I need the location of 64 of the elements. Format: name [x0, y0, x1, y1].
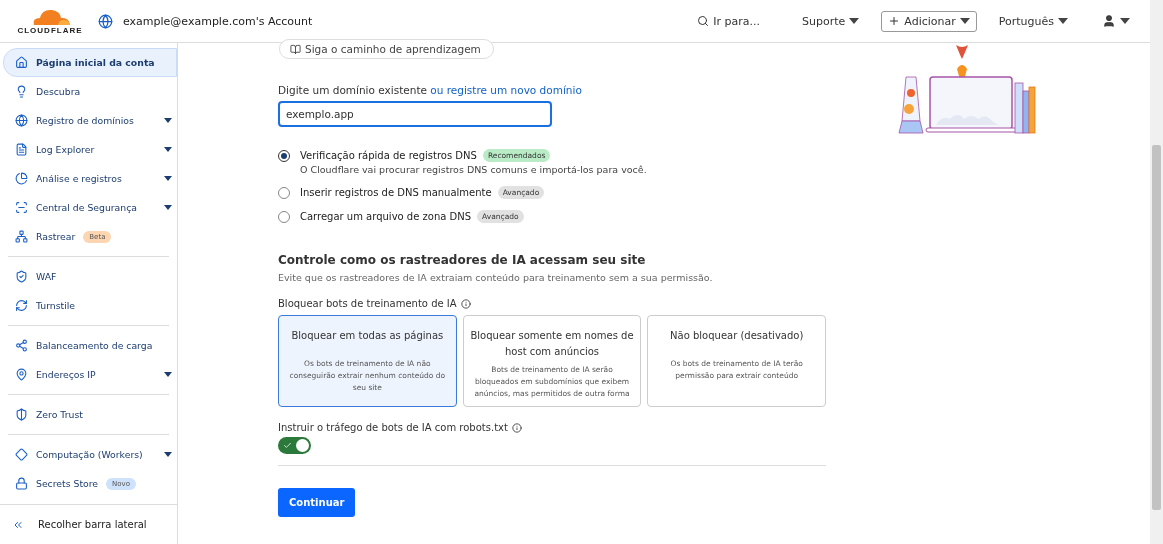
refresh-icon	[15, 299, 28, 312]
caret-icon	[164, 176, 172, 181]
shield-icon	[15, 270, 28, 283]
card-title: Não bloquear (desativado)	[670, 329, 804, 343]
section-heading: Controle como os rastreadores de IA acessam seu site	[278, 253, 647, 267]
caret-icon	[164, 147, 172, 152]
globe-icon	[98, 13, 113, 29]
account-name: example@example.com's Account	[123, 14, 313, 28]
field-label: Bloquear bots de treinamento de IA	[278, 298, 457, 309]
info-icon	[511, 422, 522, 433]
sidebar-item[interactable]: Turnstile	[3, 291, 177, 320]
section-subtitle: Evite que os rastreadores de IA extraiam conteúdo para treinamento sem a sua permissão.	[278, 272, 714, 283]
sidebar-item[interactable]: Log Explorer	[3, 135, 177, 164]
continue-button[interactable]: Continuar	[278, 488, 356, 517]
sidebar-item[interactable]: Página inicial da conta	[3, 48, 177, 77]
lightbulb-icon	[15, 85, 28, 98]
check-icon	[283, 441, 292, 450]
sidebar-item[interactable]: Endereços IP	[3, 360, 177, 389]
search-icon	[697, 15, 710, 27]
sidebar-item[interactable]: Descubra	[3, 77, 177, 106]
option-label: Verificação rápida de registros DNS	[300, 150, 477, 161]
language-menu[interactable]: Português	[992, 11, 1074, 31]
card-title: Bloquear somente em nomes de host com anúncios	[469, 329, 635, 359]
toggle-switch[interactable]	[278, 437, 311, 454]
search-button[interactable]: Ir para...	[691, 11, 767, 31]
support-menu[interactable]: Suporte	[796, 11, 866, 31]
option-description: O Cloudflare vai procurar registros DNS comuns e importá-los para você.	[300, 164, 647, 175]
scan-icon	[15, 201, 28, 214]
option-label: Inserir registros de DNS manualmente	[300, 187, 492, 198]
shield-icon	[15, 408, 28, 421]
info-icon	[460, 298, 471, 309]
book-icon	[290, 43, 301, 55]
map-pin-icon	[15, 368, 28, 381]
globe-icon	[15, 114, 28, 127]
share-icon	[15, 339, 28, 352]
diamond-icon	[15, 448, 28, 461]
caret-icon	[164, 205, 172, 210]
sidebar-item[interactable]: Registro de domínios	[3, 106, 177, 135]
home-icon	[15, 56, 28, 69]
logo-text: CLOUDFLARE	[17, 25, 83, 35]
sidebar-item[interactable]: Análise e registros	[3, 164, 177, 193]
card-title: Bloquear em todas as páginas	[291, 329, 444, 343]
caret-icon	[164, 372, 172, 377]
add-button[interactable]: Adicionar	[881, 10, 977, 32]
sidebar-item[interactable]: Zero Trust	[3, 400, 177, 429]
network-icon	[15, 230, 28, 243]
user-icon	[1102, 14, 1116, 28]
register-domain-link[interactable]: ou registre um novo domínio	[430, 84, 582, 96]
sidebar-item[interactable]: Central de Segurança	[3, 193, 177, 222]
lock-icon	[15, 477, 28, 490]
sidebar-item[interactable]: WAF	[3, 262, 177, 291]
collapse-sidebar-button[interactable]: Recolher barra lateral	[0, 504, 177, 544]
option-label: Carregar um arquivo de zona DNS	[300, 211, 472, 222]
domain-label: Digite um domínio existente ou registre um novo domínio	[278, 84, 583, 96]
domain-input[interactable]: exemplo.app	[278, 101, 552, 127]
learning-path-button[interactable]: Siga o caminho de aprendizagem	[279, 39, 494, 59]
plus-icon	[888, 15, 901, 27]
sidebar-item[interactable]: Balanceamento de carga	[3, 331, 177, 360]
caret-icon	[164, 452, 172, 457]
document-icon	[15, 143, 28, 156]
pie-chart-icon	[15, 172, 28, 185]
sidebar-item[interactable]: Computação (Workers)	[3, 440, 177, 469]
caret-icon	[164, 118, 172, 123]
field-label: Instruir o tráfego de bots de IA com robots.txt	[278, 422, 508, 433]
